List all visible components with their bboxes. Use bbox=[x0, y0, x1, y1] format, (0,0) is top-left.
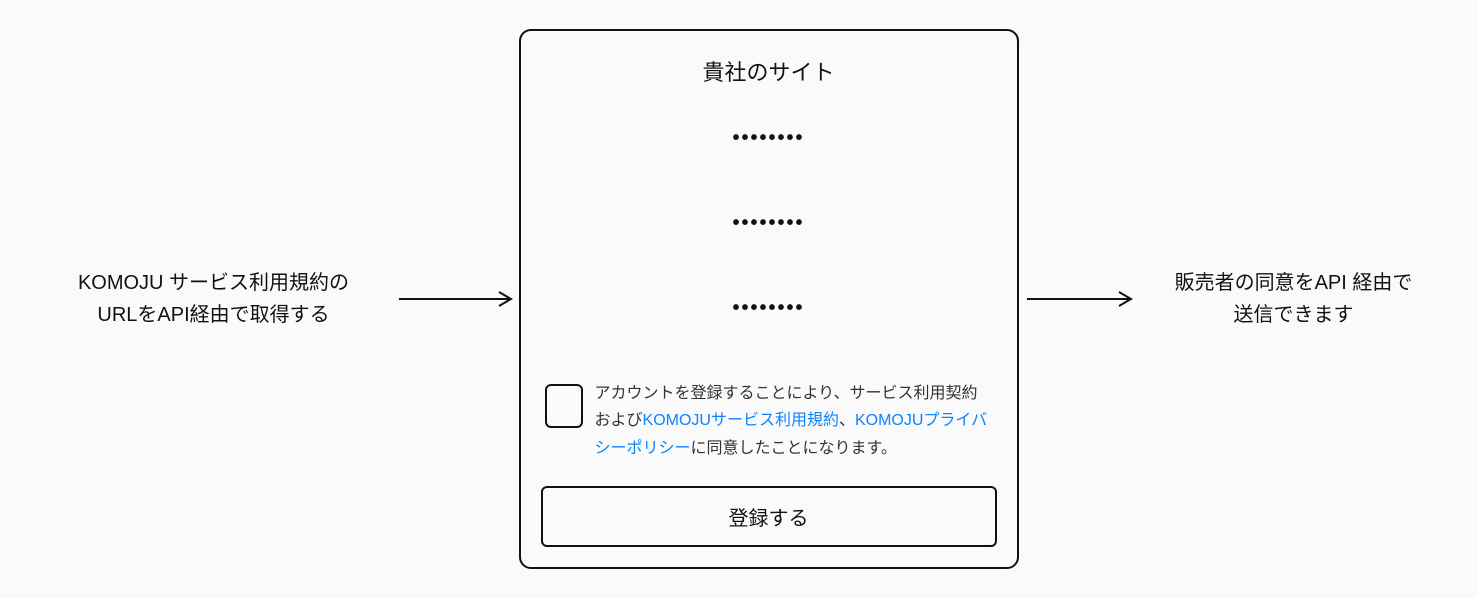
consent-separator: 、 bbox=[839, 412, 855, 429]
form-placeholder-row: •••••••• bbox=[732, 127, 804, 150]
your-site-card: 貴社のサイト •••••••• •••••••• •••••••• アカウントを… bbox=[519, 29, 1019, 569]
terms-link[interactable]: KOMOJUサービス利用規約 bbox=[643, 412, 839, 429]
form-placeholder-row: •••••••• bbox=[732, 212, 804, 235]
card-title: 貴社のサイト bbox=[541, 55, 997, 87]
right-description-line1: 販売者の同意をAPI 経由で bbox=[1149, 267, 1439, 299]
right-description: 販売者の同意をAPI 経由で 送信できます bbox=[1139, 267, 1439, 331]
consent-text: アカウントを登録することにより、サービス利用契約およびKOMOJUサービス利用規… bbox=[595, 380, 993, 462]
form-placeholder-group: •••••••• •••••••• •••••••• bbox=[541, 127, 997, 320]
left-description-line1: KOMOJU サービス利用規約の bbox=[39, 267, 389, 299]
form-placeholder-row: •••••••• bbox=[732, 297, 804, 320]
right-description-line2: 送信できます bbox=[1149, 299, 1439, 331]
consent-text-after: に同意したことになります。 bbox=[691, 440, 897, 457]
register-button[interactable]: 登録する bbox=[541, 486, 997, 547]
consent-row: アカウントを登録することにより、サービス利用契約およびKOMOJUサービス利用規… bbox=[541, 380, 997, 462]
flow-diagram: KOMOJU サービス利用規約の URLをAPI経由で取得する 貴社のサイト •… bbox=[0, 29, 1477, 569]
arrow-left-icon bbox=[399, 289, 519, 309]
consent-checkbox[interactable] bbox=[545, 384, 583, 428]
arrow-right-icon bbox=[1019, 289, 1139, 309]
left-description-line2: URLをAPI経由で取得する bbox=[39, 299, 389, 331]
left-description: KOMOJU サービス利用規約の URLをAPI経由で取得する bbox=[39, 267, 399, 331]
